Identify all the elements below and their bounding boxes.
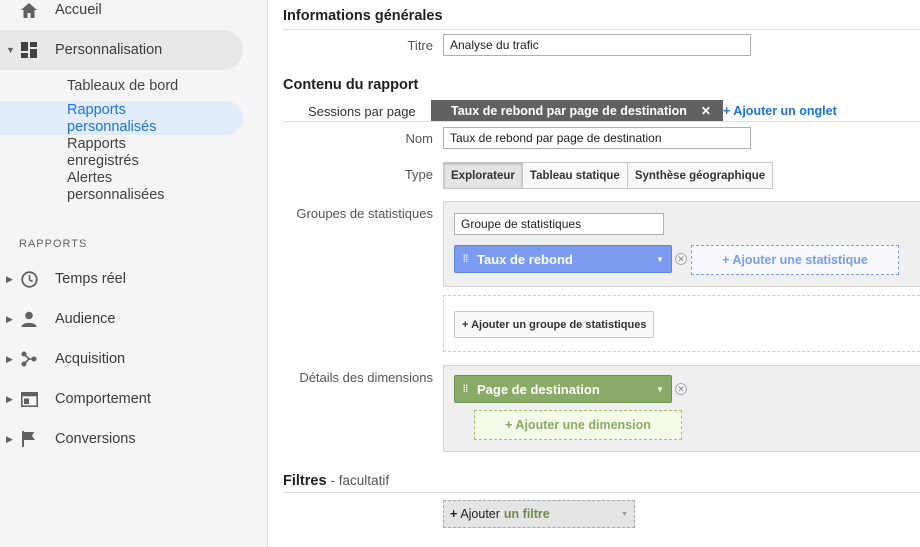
remove-metric-icon[interactable]: ✕ [675, 253, 687, 265]
tab-label: Taux de rebond par page de destination [451, 104, 687, 118]
name-label: Nom [405, 131, 433, 146]
dashboard-icon [20, 41, 38, 59]
sidebar: Accueil ▼ Personnalisation Tableaux de b… [0, 0, 268, 547]
clock-icon [20, 270, 38, 288]
dimensions-label: Détails des dimensions [299, 370, 433, 385]
person-icon [20, 310, 38, 328]
tab-sessions-per-page[interactable]: Sessions par page [308, 104, 416, 119]
sidebar-item-label: Comportement [55, 391, 151, 407]
report-content-heading: Contenu du rapport [283, 77, 419, 93]
filters-optional-note: - facultatif [330, 473, 390, 488]
sidebar-item-customization[interactable]: ▼ Personnalisation [0, 30, 243, 70]
sidebar-item-conversions[interactable]: ▶ Conversions [0, 419, 243, 459]
add-metric-button[interactable]: + Ajouter une statistique [691, 245, 899, 275]
add-filter-word: Ajouter [460, 507, 500, 521]
dropdown-arrow-icon[interactable]: ▼ [649, 255, 671, 264]
name-input[interactable] [443, 127, 751, 149]
sidebar-item-label: Conversions [55, 431, 136, 447]
sidebar-item-label: Accueil [55, 2, 102, 18]
title-label: Titre [407, 38, 433, 53]
remove-dimension-icon[interactable]: ✕ [675, 383, 687, 395]
metric-groups-label: Groupes de statistiques [296, 206, 433, 221]
close-icon[interactable]: ✕ [701, 104, 711, 118]
add-tab-link[interactable]: + Ajouter un onglet [723, 104, 837, 118]
filters-title: Filtres [283, 473, 327, 489]
add-dimension-button[interactable]: + Ajouter une dimension [474, 410, 682, 440]
acquisition-icon [20, 350, 38, 368]
plus-icon: + [450, 507, 458, 521]
metric-label: Taux de rebond [477, 251, 573, 267]
add-filter-suffix: un filtre [503, 507, 550, 521]
type-label: Type [404, 167, 433, 182]
sidebar-item-behavior[interactable]: ▶ Comportement [0, 379, 243, 419]
sidebar-item-audience[interactable]: ▶ Audience [0, 299, 243, 339]
filters-divider [283, 492, 920, 493]
sidebar-subitem-custom-reports[interactable]: Rapports personnalisés [67, 102, 177, 136]
sidebar-item-label: Personnalisation [55, 42, 163, 58]
sidebar-item-acquisition[interactable]: ▶ Acquisition [0, 339, 243, 379]
type-flat-table-button[interactable]: Tableau statique [521, 162, 628, 189]
reports-section-label: RAPPORTS [19, 238, 88, 250]
dimension-pill[interactable]: ⁞⁞ Page de destination ▼ [454, 375, 672, 403]
sidebar-item-realtime[interactable]: ▶ Temps réel [0, 259, 243, 299]
drag-handle-icon[interactable]: ⁞⁞ [455, 384, 475, 395]
report-editor: Informations générales Titre Contenu du … [268, 0, 920, 547]
home-icon [20, 1, 38, 19]
caret-down-icon: ▼ [6, 45, 15, 55]
tab-bounce-rate-active[interactable]: Taux de rebond par page de destination ✕ [431, 100, 723, 122]
sidebar-item-label: Acquisition [55, 351, 126, 367]
sidebar-item-label: Audience [55, 311, 116, 327]
metric-pill[interactable]: ⁞⁞ Taux de rebond ▼ [454, 245, 672, 273]
sidebar-subitem-saved-reports[interactable]: Rapports enregistrés [67, 136, 177, 170]
filters-heading: Filtres - facultatif [283, 473, 389, 489]
dimension-label: Page de destination [477, 381, 600, 397]
add-filter-dropdown[interactable]: + Ajouter un filtre ▼ [443, 500, 635, 528]
type-selector: Explorateur Tableau statique Synthèse gé… [443, 162, 774, 189]
behavior-icon [20, 390, 38, 408]
add-metric-group-button[interactable]: + Ajouter un groupe de statistiques [454, 311, 655, 338]
tabs-divider [283, 121, 920, 122]
divider [283, 29, 920, 30]
type-map-overlay-button[interactable]: Synthèse géographique [626, 162, 774, 189]
type-explorer-button[interactable]: Explorateur [443, 162, 523, 189]
caret-right-icon: ▶ [6, 433, 13, 444]
dropdown-arrow-icon[interactable]: ▼ [649, 385, 671, 394]
sidebar-item-home[interactable]: Accueil [0, 0, 243, 30]
metric-group-name-input[interactable] [454, 213, 664, 235]
caret-right-icon: ▶ [6, 393, 13, 404]
caret-right-icon: ▶ [6, 273, 13, 284]
title-input[interactable] [443, 34, 751, 56]
sidebar-subitem-custom-alerts[interactable]: Alertes personnalisées [67, 170, 177, 204]
flag-icon [20, 430, 38, 448]
sidebar-item-label: Temps réel [55, 271, 126, 287]
caret-right-icon: ▶ [6, 353, 13, 364]
drag-handle-icon[interactable]: ⁞⁞ [455, 254, 475, 265]
dropdown-arrow-icon: ▼ [621, 510, 628, 518]
sidebar-subitem-dashboards[interactable]: Tableaux de bord [67, 78, 178, 95]
general-info-heading: Informations générales [283, 8, 443, 24]
caret-right-icon: ▶ [6, 313, 13, 324]
